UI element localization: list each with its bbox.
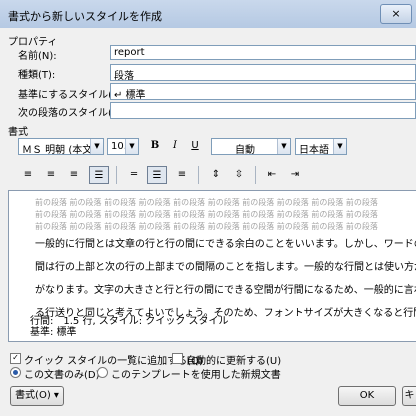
align-left-icon[interactable]: ≡	[18, 166, 38, 184]
style-description-line2: 基準: 標準	[30, 327, 77, 338]
add-quick-style-checkbox[interactable]: ✓	[10, 353, 21, 364]
preview-line: 一般的に行間とは文章の行と行の間にできる余白のことをいいます。しかし、ワードの	[35, 239, 416, 250]
this-doc-only-radio[interactable]	[10, 367, 21, 378]
ok-button[interactable]: OK	[338, 386, 396, 406]
type-label: 種類(T):	[18, 70, 56, 81]
increase-spacing-icon[interactable]: ⇕	[206, 166, 226, 184]
align-right-icon[interactable]: ≡	[64, 166, 84, 184]
preview-prev-paragraph: 前の段落 前の段落 前の段落 前の段落 前の段落 前の段落 前の段落 前の段落 …	[35, 210, 378, 219]
title-bar: 書式から新しいスタイルを作成 ×	[0, 0, 416, 28]
font-size-select[interactable]: 10.5 ▼	[107, 138, 139, 155]
chevron-down-icon: ▼	[125, 139, 138, 154]
format-section-label: 書式	[8, 127, 28, 138]
this-doc-only-label: この文書のみ(D)	[24, 370, 100, 381]
dialog-title: 書式から新しいスタイルを作成	[8, 10, 162, 23]
chevron-down-icon: ▼	[277, 139, 290, 154]
close-window-button[interactable]: ×	[380, 4, 412, 24]
type-value: 段落	[114, 71, 134, 81]
single-spacing-icon[interactable]: ═	[124, 166, 144, 184]
name-input[interactable]: report	[110, 45, 416, 60]
italic-button[interactable]: I	[165, 137, 185, 155]
font-name-select[interactable]: ＭＳ 明朝 (本文の ▼	[18, 138, 104, 155]
auto-update-label: 自動的に更新する(U)	[186, 356, 282, 367]
type-select[interactable]: 段落	[110, 64, 416, 81]
based-on-select[interactable]: ↵ 標準	[110, 83, 416, 100]
toolbar-divider	[116, 166, 117, 184]
next-style-select[interactable]	[110, 102, 416, 119]
preview-line: がなります。文字の大きさと行と行の間にできる空間が行間になるため、一般的に言わ	[35, 285, 416, 296]
create-style-dialog: 書式から新しいスタイルを作成 × プロパティ 名前(N): report 種類(…	[0, 0, 416, 416]
increase-indent-icon[interactable]: ⇥	[285, 166, 305, 184]
justify-icon[interactable]: ☰	[89, 166, 109, 184]
preview-line: 間は行の上部と次の行の上部までの間隔のことを指します。一般的な行間とは使い方が	[35, 262, 416, 273]
new-docs-template-radio[interactable]	[97, 367, 108, 378]
preview-prev-paragraph: 前の段落 前の段落 前の段落 前の段落 前の段落 前の段落 前の段落 前の段落 …	[35, 222, 378, 231]
font-color-select[interactable]: 自動 ▼	[211, 138, 291, 155]
format-menu-button[interactable]: 書式(O) ▾	[10, 386, 64, 406]
font-color-value: 自動	[235, 145, 255, 155]
auto-update-checkbox[interactable]	[172, 353, 183, 364]
toolbar-divider	[198, 166, 199, 184]
toolbar-divider	[255, 166, 256, 184]
properties-section-label: プロパティ	[8, 37, 58, 48]
bold-button[interactable]: B	[145, 137, 165, 155]
language-select[interactable]: 日本語 ▼	[295, 138, 347, 155]
new-docs-template-label: このテンプレートを使用した新規文書	[111, 370, 281, 381]
one-half-spacing-icon[interactable]: ☰	[147, 166, 167, 184]
decrease-spacing-icon[interactable]: ⇳	[229, 166, 249, 184]
chevron-down-icon: ▼	[333, 139, 346, 154]
radio-selected-dot	[13, 370, 18, 375]
align-center-icon[interactable]: ≡	[41, 166, 61, 184]
decrease-indent-icon[interactable]: ⇤	[262, 166, 282, 184]
chevron-down-icon: ▼	[90, 139, 103, 154]
preview-prev-paragraph: 前の段落 前の段落 前の段落 前の段落 前の段落 前の段落 前の段落 前の段落 …	[35, 198, 378, 207]
based-on-value: ↵ 標準	[114, 90, 146, 100]
underline-button[interactable]: U	[185, 137, 205, 155]
name-label: 名前(N):	[18, 51, 57, 62]
double-spacing-icon[interactable]: ≡	[172, 166, 192, 184]
language-value: 日本語	[299, 145, 329, 155]
cancel-button[interactable]: キ	[402, 386, 416, 406]
